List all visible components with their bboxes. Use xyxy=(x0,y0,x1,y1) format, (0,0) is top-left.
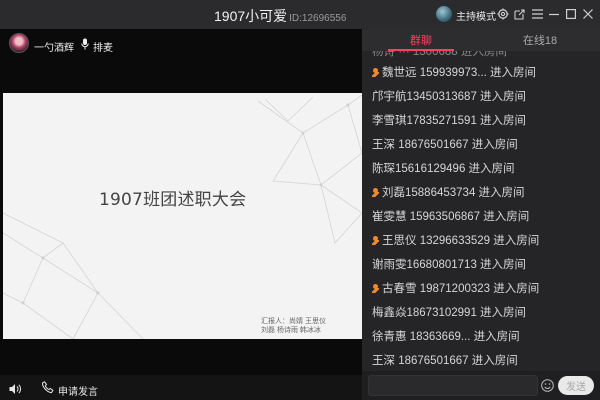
message-text: 王深 18676501667 进入房间 xyxy=(372,139,518,151)
phone-icon[interactable] xyxy=(41,381,54,394)
speaker-icon[interactable] xyxy=(9,382,22,394)
video-area: 一勺酒辉 排麦 1907班团述职大会 汇报人：尚婧 王思仪 刘磊 杨诗雨 韩冰冰 xyxy=(0,29,362,375)
message-list: 杨诗 ··· 1300688 进入房间 魏世远 159939973... 进入房… xyxy=(362,51,600,371)
message-text: 李雪琪17835271591 进入房间 xyxy=(372,115,527,127)
settings-icon[interactable] xyxy=(496,7,510,21)
tab-group-chat[interactable]: 群聊 xyxy=(362,29,480,51)
mic-icon[interactable] xyxy=(81,37,89,50)
panel-tabs: 群聊 在线18 xyxy=(362,29,600,51)
user-avatar[interactable] xyxy=(9,33,29,53)
message-text: 古春雪 19871200323 进入房间 xyxy=(382,283,540,295)
host-avatar[interactable] xyxy=(436,6,452,22)
room-title: 1907小可爱 ID:12696556 xyxy=(214,6,346,26)
message-text: 王思仪 13296633529 进入房间 xyxy=(382,235,540,247)
slide-reporter-line2: 刘磊 杨诗雨 韩冰冰 xyxy=(261,327,321,334)
message-item: 崔雯慧 15963506867 进入房间 xyxy=(372,207,529,225)
message-item: 魏世远 159939973... 进入房间 xyxy=(372,63,536,81)
message-text: 魏世远 159939973... 进入房间 xyxy=(382,67,537,79)
presentation-slide: 1907班团述职大会 汇报人：尚婧 王思仪 刘磊 杨诗雨 韩冰冰 xyxy=(3,93,362,339)
host-mode-label[interactable]: 主持模式 xyxy=(456,8,496,23)
slide-reporter: 汇报人：尚婧 王思仪 刘磊 杨诗雨 韩冰冰 xyxy=(261,317,326,335)
minimize-icon[interactable] xyxy=(547,7,561,21)
room-id: ID:12696556 xyxy=(289,13,347,24)
close-icon[interactable] xyxy=(581,7,595,21)
apply-speak-button[interactable]: 申请发言 xyxy=(58,383,98,398)
message-text: 邝宇航13450313687 进入房间 xyxy=(372,91,527,103)
maximize-icon[interactable] xyxy=(564,7,578,21)
vip-badge-icon xyxy=(372,67,379,77)
message-item: 王深 18676501667 进入房间 xyxy=(372,351,518,369)
message-item: 杨诗 ··· 1300688 进入房间 xyxy=(372,51,507,60)
send-button[interactable]: 发送 xyxy=(558,376,594,395)
message-item: 梅鑫焱18673102991 进入房间 xyxy=(372,303,526,321)
message-item: 陈琛15616129496 进入房间 xyxy=(372,159,515,177)
room-name: 1907小可爱 xyxy=(214,8,288,24)
tab-online-users[interactable]: 在线18 xyxy=(480,29,600,51)
message-item: 谢雨雯16680801713 进入房间 xyxy=(372,255,526,273)
message-text: 徐青惠 18363669... 进入房间 xyxy=(372,331,520,343)
slide-reporter-line1: 汇报人：尚婧 王思仪 xyxy=(261,318,326,325)
chat-input[interactable] xyxy=(368,375,538,396)
message-text: 陈琛15616129496 进入房间 xyxy=(372,163,515,175)
chat-input-bar: 发送 xyxy=(362,371,600,400)
vip-badge-icon xyxy=(372,283,379,293)
message-text: 刘磊15886453734 进入房间 xyxy=(382,187,525,199)
emoji-icon[interactable] xyxy=(541,379,554,392)
message-item: 王深 18676501667 进入房间 xyxy=(372,135,518,153)
slide-title: 1907班团述职大会 xyxy=(99,190,247,210)
message-text: 杨诗 ··· 1300688 进入房间 xyxy=(372,51,507,58)
message-item: 古春雪 19871200323 进入房间 xyxy=(372,279,539,297)
user-name[interactable]: 一勺酒辉 xyxy=(34,39,74,54)
mic-queue-button[interactable]: 排麦 xyxy=(93,39,113,54)
message-text: 王深 18676501667 进入房间 xyxy=(372,355,518,367)
message-text: 梅鑫焱18673102991 进入房间 xyxy=(372,307,527,319)
vip-badge-icon xyxy=(372,187,379,197)
menu-icon[interactable] xyxy=(530,7,544,21)
bottom-bar: 申请发言 xyxy=(0,375,362,400)
popout-icon[interactable] xyxy=(512,7,526,21)
message-text: 崔雯慧 15963506867 进入房间 xyxy=(372,211,530,223)
message-item: 邝宇航13450313687 进入房间 xyxy=(372,87,526,105)
chat-panel: 群聊 在线18 杨诗 ··· 1300688 进入房间 魏世远 15993997… xyxy=(362,29,600,400)
title-bar: 1907小可爱 ID:12696556 主持模式 xyxy=(0,0,600,29)
message-item: 李雪琪17835271591 进入房间 xyxy=(372,111,526,129)
message-item: 徐青惠 18363669... 进入房间 xyxy=(372,327,520,345)
slide-decoration xyxy=(3,94,362,339)
message-item: 刘磊15886453734 进入房间 xyxy=(372,183,525,201)
message-text: 谢雨雯16680801713 进入房间 xyxy=(372,259,527,271)
message-item: 王思仪 13296633529 进入房间 xyxy=(372,231,539,249)
vip-badge-icon xyxy=(372,235,379,245)
